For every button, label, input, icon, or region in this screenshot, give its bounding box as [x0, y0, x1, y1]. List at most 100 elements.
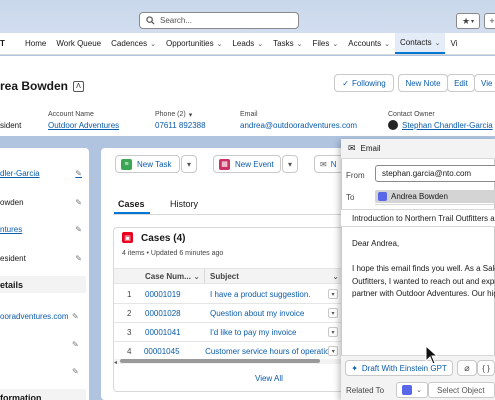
email-label: Email [240, 111, 258, 118]
tab-cases[interactable]: Cases [118, 199, 145, 209]
phone-label: Phone (2) [155, 111, 186, 118]
to-field[interactable]: Andrea Bowden [375, 188, 495, 205]
phone-link[interactable]: 07611 892388 [155, 121, 206, 130]
case-subject-link[interactable]: I have a product suggestion. [210, 290, 311, 299]
new-event-menu-button[interactable]: ▾ [282, 155, 298, 173]
phone-label-row[interactable]: Phone (2) ▾ [155, 111, 192, 119]
email-action-label: N [330, 159, 337, 169]
case-subject-link[interactable]: Customer service hours of operation. [205, 347, 328, 356]
nav-item-files[interactable]: Files ⌄ [307, 33, 343, 54]
detail-name-value: owden [0, 198, 24, 207]
detail-title-row: esident ✎ [0, 254, 86, 263]
section-info-header[interactable]: formation [0, 389, 86, 400]
section-details-header[interactable]: etails [0, 276, 86, 293]
edit-pencil-icon[interactable]: ✎ [75, 225, 82, 234]
case-icon: ▣ [122, 232, 133, 243]
nav-item-label: Contacts [400, 38, 432, 47]
nav-item-vi[interactable]: Vi [445, 33, 462, 54]
chevron-down-icon[interactable]: ⌄ [435, 39, 441, 47]
related-object-placeholder: Select Object [437, 385, 485, 395]
nav-item-accounts[interactable]: Accounts ⌄ [343, 33, 395, 54]
email-body[interactable]: Dear Andrea, I hope this email finds you … [352, 238, 495, 301]
global-search-input[interactable]: Search... [139, 12, 299, 29]
recipient-pill[interactable]: Andrea Bowden [375, 190, 495, 203]
nav-item-opportunities[interactable]: Opportunities ⌄ [161, 33, 227, 54]
case-number-link[interactable]: 00001045 [144, 347, 205, 356]
chevron-down-icon: ▾ [188, 112, 193, 119]
email-composer-header[interactable]: ✉ Email [341, 139, 495, 159]
from-label: From [346, 171, 365, 180]
case-number-link[interactable]: 00001028 [145, 309, 210, 318]
chevron-down-icon[interactable]: ⌄ [384, 40, 390, 48]
cases-subtitle: 4 items • Updated 6 minutes ago [122, 250, 224, 257]
hierarchy-icon[interactable]: Λ [73, 80, 85, 92]
column-subject[interactable]: Subject ⌄ [210, 268, 342, 284]
new-task-button[interactable]: ≡ New Task [115, 155, 180, 173]
nav-item-label: Accounts [348, 39, 382, 48]
nav-item-work-queue[interactable]: Work Queue [51, 33, 106, 54]
new-task-menu-button[interactable]: ▾ [181, 155, 197, 173]
nav-item-leads[interactable]: Leads ⌄ [227, 33, 268, 54]
new-note-button[interactable]: New Note [398, 74, 448, 92]
cases-title[interactable]: Cases (4) [141, 233, 185, 244]
email-body-line: partner with Outdoor Adventures. Our hig… [352, 289, 495, 298]
case-number-link[interactable]: 00001019 [145, 290, 210, 299]
edit-label: Edit [454, 78, 468, 88]
recipient-name: Andrea Bowden [391, 192, 448, 201]
chevron-down-icon[interactable]: ⌄ [332, 40, 338, 48]
following-button[interactable]: ✓ Following [334, 74, 394, 92]
new-event-button[interactable]: ▦ New Event [213, 155, 281, 173]
nav-item-label: Files [312, 39, 330, 48]
detail-owner-row[interactable]: dler-Garcia ✎ [0, 169, 86, 178]
email-link[interactable]: andrea@outdooradventures.com [240, 121, 357, 130]
add-button[interactable]: + [484, 13, 495, 29]
following-label: Following [351, 78, 386, 88]
detail-account-link[interactable]: ntures [0, 225, 22, 234]
contact-title: sident [0, 121, 22, 130]
view-all-link[interactable]: View All [255, 374, 283, 383]
subject-field[interactable]: Introduction to Northern Trail Outfitter… [341, 209, 495, 227]
edit-button[interactable]: Edit [447, 74, 475, 92]
case-number-link[interactable]: 00001041 [145, 328, 210, 337]
tab-divider [113, 214, 341, 215]
email-body-line: I hope this email finds you well. As a S… [352, 264, 495, 273]
nav-item-contacts[interactable]: Contacts ⌄ [395, 33, 446, 54]
edit-pencil-icon[interactable]: ✎ [72, 367, 79, 376]
email-action-button[interactable]: ✉ N [314, 155, 344, 173]
row-actions-icon[interactable]: ▾ [328, 289, 338, 299]
chevron-down-icon[interactable]: ⌄ [150, 40, 156, 48]
row-actions-icon[interactable]: ▾ [328, 327, 338, 337]
attach-button[interactable]: ⌀ [457, 360, 477, 376]
detail-email-link[interactable]: ooradventures.com [0, 312, 68, 321]
column-case-number[interactable]: Case Num... ⌄ [145, 268, 203, 284]
owner-link[interactable]: Stephan Chandler-Garcia [402, 121, 493, 130]
chevron-down-icon[interactable]: ⌄ [257, 40, 263, 48]
nav-item-tasks[interactable]: Tasks ⌄ [268, 33, 307, 54]
edit-pencil-icon[interactable]: ✎ [72, 340, 79, 349]
row-actions-icon[interactable]: ▾ [328, 308, 338, 318]
tab-history[interactable]: History [170, 199, 198, 209]
edit-pencil-icon[interactable]: ✎ [75, 254, 82, 263]
chevron-down-icon[interactable]: ⌄ [217, 40, 223, 48]
related-object-search[interactable]: Select Object [428, 382, 495, 398]
nav-item-cadences[interactable]: Cadences ⌄ [106, 33, 161, 54]
case-subject-link[interactable]: I'd like to pay my invoice [210, 328, 296, 337]
horizontal-scrollbar[interactable] [114, 359, 342, 364]
from-field[interactable]: stephan.garcia@nto.com [375, 165, 495, 182]
favorites-button[interactable]: ★ ▾ [456, 13, 480, 29]
case-subject-link[interactable]: Question about my invoice [210, 309, 304, 318]
scroll-left-icon[interactable]: ◂ [114, 359, 117, 366]
edit-pencil-icon[interactable]: ✎ [72, 312, 79, 321]
related-object-type-picker[interactable]: ⌄ [396, 382, 428, 398]
edit-pencil-icon[interactable]: ✎ [75, 198, 82, 207]
nav-item-home[interactable]: Home [20, 33, 51, 54]
row-actions-icon[interactable]: ▾ [328, 346, 338, 356]
merge-field-button[interactable]: { } [477, 360, 495, 376]
view-button[interactable]: Vie [474, 74, 495, 92]
edit-pencil-icon[interactable]: ✎ [75, 169, 82, 178]
view-label: Vie [481, 78, 493, 88]
chevron-down-icon[interactable]: ⌄ [297, 40, 303, 48]
email-icon: ✉ [348, 143, 356, 153]
account-name-link[interactable]: Outdoor Adventures [48, 121, 119, 130]
detail-email-row: ooradventures.com [0, 312, 72, 321]
